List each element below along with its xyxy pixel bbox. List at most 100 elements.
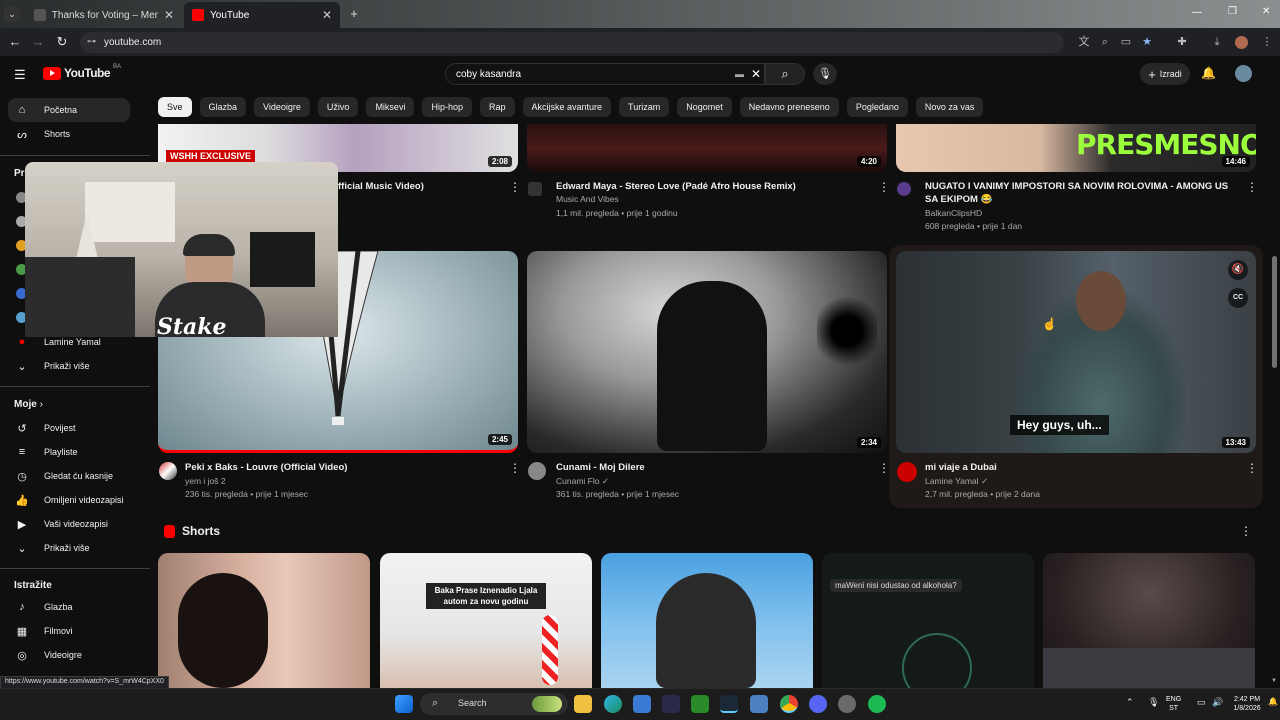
more-options-icon[interactable]: ⋮ bbox=[509, 180, 521, 194]
youtube-logo[interactable]: YouTube BA bbox=[43, 64, 121, 80]
filter-chip[interactable]: Nogomet bbox=[677, 97, 732, 117]
close-icon[interactable]: ✕ bbox=[322, 8, 332, 22]
filter-chip[interactable]: Miksevi bbox=[366, 97, 415, 117]
clock[interactable]: 2:42 PM 1/8/2026 bbox=[1230, 695, 1264, 713]
network-icon[interactable]: ▭ bbox=[1197, 697, 1206, 708]
sidebar-item-liked[interactable]: 👍 Omiljeni videozapisi bbox=[8, 488, 130, 512]
short-thumbnail[interactable]: Baka Prase Iznenadio Ljala autom za novu… bbox=[380, 553, 592, 688]
filter-chip[interactable]: Novo za vas bbox=[915, 97, 984, 117]
tab-voting[interactable]: Thanks for Voting – Men's TOP ✕ bbox=[26, 2, 182, 28]
video-thumbnail[interactable]: 2:34 bbox=[527, 251, 887, 453]
sidebar-item-home[interactable]: ⌂ Početna bbox=[8, 98, 130, 122]
site-info-icon[interactable]: ⊶ bbox=[87, 36, 96, 47]
video-title[interactable]: NUGATO I VANIMY IMPOSTORI SA NOVIM ROLOV… bbox=[925, 180, 1235, 206]
channel-name[interactable]: Lamine Yamal ✓ bbox=[925, 475, 988, 488]
cast-icon[interactable]: ▭ bbox=[1119, 35, 1133, 49]
sidebar-item-watch-later[interactable]: ◷ Gledat ću kasnije bbox=[8, 464, 130, 488]
more-options-icon[interactable]: ⋮ bbox=[878, 180, 890, 194]
back-button[interactable]: ← bbox=[5, 34, 25, 49]
sidebar-item-movies[interactable]: ▦ Filmovi bbox=[8, 619, 130, 643]
channel-name[interactable]: Cunami Flo ✓ bbox=[556, 475, 609, 488]
search-input[interactable]: coby kasandra ▬ ✕ bbox=[445, 63, 765, 85]
filter-chip[interactable]: Nedavno preneseno bbox=[739, 97, 839, 117]
mute-button[interactable]: 🔇 bbox=[1228, 260, 1248, 280]
more-options-icon[interactable]: ⋮ bbox=[509, 461, 521, 475]
sidebar-item-show-more-subs[interactable]: ⌄ Prikaži više bbox=[8, 354, 130, 378]
zoom-icon[interactable]: ⌕ bbox=[1098, 35, 1112, 49]
discord-icon[interactable] bbox=[809, 695, 827, 713]
channel-name[interactable]: yem i još 2 bbox=[185, 475, 226, 488]
filter-chip[interactable]: Rap bbox=[479, 97, 515, 117]
channel-name[interactable]: Music And Vibes bbox=[556, 193, 619, 206]
windows-start-icon[interactable] bbox=[395, 695, 413, 713]
steam-icon[interactable] bbox=[720, 695, 738, 713]
short-thumbnail[interactable]: maWeni nisi odustao od alkohola? bbox=[822, 553, 1034, 688]
tab-youtube[interactable]: YouTube ✕ bbox=[184, 2, 340, 28]
create-button[interactable]: + Izradi bbox=[1140, 63, 1190, 85]
filter-chip[interactable]: Glazba bbox=[199, 97, 247, 117]
tray-overflow-icon[interactable]: ⌃ bbox=[1126, 697, 1134, 708]
profile-avatar[interactable] bbox=[1235, 36, 1248, 49]
account-avatar[interactable] bbox=[1235, 65, 1252, 82]
bookmark-star-icon[interactable]: ★ bbox=[1140, 35, 1154, 49]
video-thumbnail[interactable]: PRESMESNO 14:46 bbox=[896, 124, 1256, 172]
app-icon[interactable] bbox=[662, 695, 680, 713]
taskbar-search[interactable]: ⌕ Search bbox=[420, 693, 568, 715]
sidebar-item-show-more-you[interactable]: ⌄ Prikaži više bbox=[8, 536, 130, 560]
you-heading[interactable]: Moje › bbox=[14, 399, 43, 410]
reload-button[interactable]: ↻ bbox=[52, 34, 72, 50]
tab-search-button[interactable]: ⌄ bbox=[4, 6, 20, 22]
window-close-button[interactable]: ✕ bbox=[1262, 6, 1270, 17]
filter-chip[interactable]: Turizam bbox=[619, 97, 670, 117]
clear-search-icon[interactable]: ✕ bbox=[751, 67, 761, 81]
download-icon[interactable]: ⤓ bbox=[1210, 35, 1224, 49]
channel-avatar[interactable] bbox=[897, 462, 917, 482]
app-icon[interactable] bbox=[838, 695, 856, 713]
filter-chip[interactable]: Uživo bbox=[317, 97, 359, 117]
short-thumbnail[interactable] bbox=[1043, 553, 1255, 688]
notification-center-icon[interactable]: 🔔 bbox=[1268, 697, 1278, 706]
extensions-icon[interactable]: ✚ bbox=[1175, 35, 1189, 49]
channel-name[interactable]: BalkanClipsHD bbox=[925, 207, 982, 220]
page-scrollbar[interactable] bbox=[1272, 256, 1277, 368]
sidebar-item-your-videos[interactable]: ▶ Vaši videozapisi bbox=[8, 512, 130, 536]
filter-chip[interactable]: Pogledano bbox=[846, 97, 908, 117]
video-title[interactable]: Peki x Baks - Louvre (Official Video) bbox=[185, 461, 347, 474]
forward-button[interactable]: → bbox=[28, 34, 48, 49]
edge-icon[interactable] bbox=[604, 695, 622, 713]
filter-chip[interactable]: Videoigre bbox=[254, 97, 310, 117]
search-button[interactable]: ⌕ bbox=[765, 63, 805, 85]
video-title[interactable]: mi viaje a Dubai bbox=[925, 461, 997, 474]
sidebar-item-shorts[interactable]: ᔕ Shorts bbox=[8, 122, 130, 146]
filter-chip[interactable]: Sve bbox=[158, 97, 192, 117]
more-options-icon[interactable]: ⋮ bbox=[1246, 180, 1258, 194]
sidebar-item-playlists[interactable]: ≡ Playliste bbox=[8, 440, 130, 464]
video-thumbnail[interactable]: 4:20 bbox=[527, 124, 887, 172]
sidebar-item-gaming[interactable]: ◎ Videoigre bbox=[8, 643, 130, 667]
notifications-bell-icon[interactable]: 🔔 bbox=[1201, 66, 1216, 80]
channel-avatar[interactable] bbox=[159, 462, 177, 480]
close-icon[interactable]: ✕ bbox=[164, 8, 174, 22]
video-title[interactable]: Edward Maya - Stereo Love (Padé Afro Hou… bbox=[556, 180, 796, 193]
maximize-button[interactable]: ❐ bbox=[1228, 6, 1237, 17]
keyboard-icon[interactable]: ▬ bbox=[735, 69, 744, 79]
captions-button[interactable]: CC bbox=[1228, 288, 1248, 308]
language-indicator[interactable]: ENG ST bbox=[1166, 695, 1181, 713]
short-thumbnail[interactable] bbox=[158, 553, 370, 688]
chrome-icon[interactable] bbox=[780, 695, 798, 713]
channel-avatar[interactable] bbox=[528, 182, 542, 196]
video-title[interactable]: fficial Music Video) bbox=[338, 180, 424, 193]
filter-chip[interactable]: Akcijske avanture bbox=[522, 97, 612, 117]
channel-avatar[interactable] bbox=[897, 182, 911, 196]
filter-chip[interactable]: Hip-hop bbox=[422, 97, 472, 117]
video-title[interactable]: Cunami - Moj Dilere bbox=[556, 461, 645, 474]
hamburger-icon[interactable]: ☰ bbox=[14, 67, 26, 83]
more-options-icon[interactable]: ⋮ bbox=[1240, 524, 1252, 538]
scroll-down-arrow[interactable]: ▼ bbox=[1271, 678, 1277, 684]
address-bar[interactable]: ⊶ youtube.com bbox=[80, 32, 1064, 53]
new-tab-button[interactable]: + bbox=[346, 6, 362, 22]
minimize-button[interactable]: — bbox=[1192, 7, 1202, 18]
sidebar-item-music[interactable]: ♪ Glazba bbox=[8, 595, 130, 619]
sidebar-item-history[interactable]: ↺ Povijest bbox=[8, 416, 130, 440]
short-thumbnail[interactable] bbox=[601, 553, 813, 688]
